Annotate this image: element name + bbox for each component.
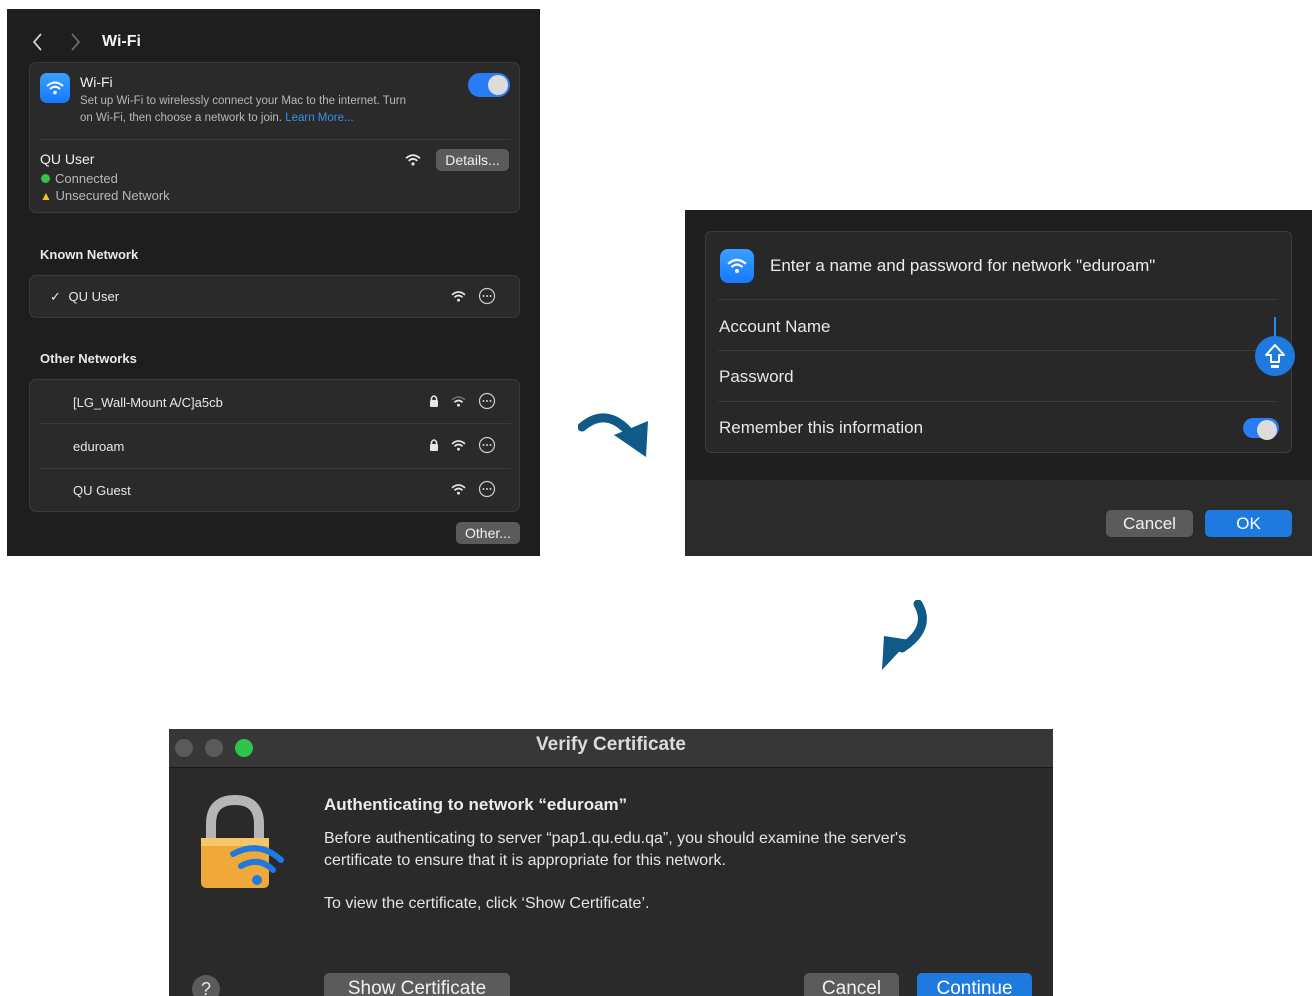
help-button[interactable]: ? xyxy=(192,975,220,996)
remember-info-label: Remember this information xyxy=(719,418,924,437)
cancel-button[interactable]: Cancel xyxy=(804,973,899,996)
arrow-down-curved-icon xyxy=(882,600,927,670)
caps-lock-icon xyxy=(1255,336,1295,376)
divider xyxy=(40,423,511,424)
wifi-app-icon xyxy=(40,73,70,103)
wifi-label: Wi-Fi xyxy=(80,74,113,90)
wifi-signal-icon xyxy=(451,291,466,302)
divider xyxy=(718,350,1277,351)
window-title: Verify Certificate xyxy=(536,734,686,755)
ok-button[interactable]: OK xyxy=(1205,510,1292,537)
wifi-app-icon xyxy=(720,249,754,283)
divider xyxy=(40,139,511,140)
back-chevron-icon[interactable] xyxy=(31,31,45,53)
forward-chevron-icon[interactable] xyxy=(68,31,82,53)
wifi-settings-panel: Wi-Fi Wi-Fi Set up Wi-Fi to wirelessly c… xyxy=(7,9,540,556)
more-options-icon[interactable] xyxy=(478,287,496,305)
details-button[interactable]: Details... xyxy=(436,149,509,171)
auth-body-line1: Before authenticating to server “pap1.qu… xyxy=(324,830,907,847)
other-networks-header: Other Networks xyxy=(40,351,137,366)
page-title: Wi-Fi xyxy=(102,33,141,50)
wifi-description-line2: on Wi-Fi, then choose a network to join. xyxy=(80,112,282,124)
divider xyxy=(40,468,511,469)
lock-icon xyxy=(430,395,438,407)
other-networks-card: [LG_Wall-Mount A/C]a5cb eduroam QU Guest xyxy=(29,379,520,512)
known-networks-card: ✓ QU User xyxy=(29,275,520,318)
lock-icon xyxy=(430,439,438,451)
connected-status-text: Connected xyxy=(55,171,118,186)
known-network-item[interactable]: ✓ QU User xyxy=(50,289,119,305)
wifi-card: Wi-Fi Set up Wi-Fi to wirelessly connect… xyxy=(29,62,520,213)
unsecured-network-text: Unsecured Network xyxy=(55,188,170,203)
wifi-signal-icon xyxy=(451,440,466,451)
connected-dot-icon xyxy=(41,174,50,183)
continue-button[interactable]: Continue xyxy=(917,973,1032,996)
verify-certificate-window: Verify Certificate Authenticating to net… xyxy=(169,729,1053,996)
other-network-button[interactable]: Other... xyxy=(456,522,520,544)
auth-body-line2: certificate to ensure that it is appropr… xyxy=(324,852,726,869)
divider xyxy=(718,401,1277,402)
password-dialog: Enter a name and password for network "e… xyxy=(685,210,1312,556)
title-bar: Verify Certificate xyxy=(169,729,1053,768)
warning-triangle-icon: ▲ xyxy=(40,189,52,203)
checkmark-icon: ✓ xyxy=(50,289,61,304)
auth-body-line3: To view the certificate, click ‘Show Cer… xyxy=(324,895,650,912)
more-options-icon[interactable] xyxy=(478,392,496,410)
auth-heading: Authenticating to network “eduroam” xyxy=(324,795,628,814)
dialog-title: Enter a name and password for network "e… xyxy=(770,256,1156,275)
arrow-right-curved-icon xyxy=(578,413,648,457)
wifi-signal-icon xyxy=(451,484,466,495)
cancel-button[interactable]: Cancel xyxy=(1106,510,1193,537)
learn-more-link[interactable]: Learn More... xyxy=(285,112,353,124)
known-network-name: QU User xyxy=(68,289,120,304)
network-item-eduroam[interactable]: eduroam xyxy=(73,439,124,454)
connection-status: Connected xyxy=(41,171,118,186)
more-options-icon[interactable] xyxy=(478,480,496,498)
known-network-header: Known Network xyxy=(40,247,139,262)
network-item-qu-guest[interactable]: QU Guest xyxy=(73,483,131,498)
account-name-label: Account Name xyxy=(719,317,831,336)
account-name-field[interactable] xyxy=(1274,317,1276,337)
remember-info-toggle[interactable] xyxy=(1243,418,1279,440)
divider xyxy=(718,299,1277,300)
wifi-weak-signal-icon xyxy=(451,396,466,407)
wifi-description-line1: Set up Wi-Fi to wirelessly connect your … xyxy=(80,95,406,107)
security-warning: ▲ Unsecured Network xyxy=(40,188,170,203)
network-item-lg-wall-mount[interactable]: [LG_Wall-Mount A/C]a5cb xyxy=(73,395,223,410)
show-certificate-button[interactable]: Show Certificate xyxy=(324,973,510,996)
wifi-signal-icon xyxy=(405,154,421,166)
credentials-card: Enter a name and password for network "e… xyxy=(705,231,1292,453)
current-network-name: QU User xyxy=(40,151,95,167)
more-options-icon[interactable] xyxy=(478,436,496,454)
wifi-toggle[interactable] xyxy=(468,73,510,97)
network-lock-icon xyxy=(201,794,284,888)
password-label: Password xyxy=(719,367,794,386)
